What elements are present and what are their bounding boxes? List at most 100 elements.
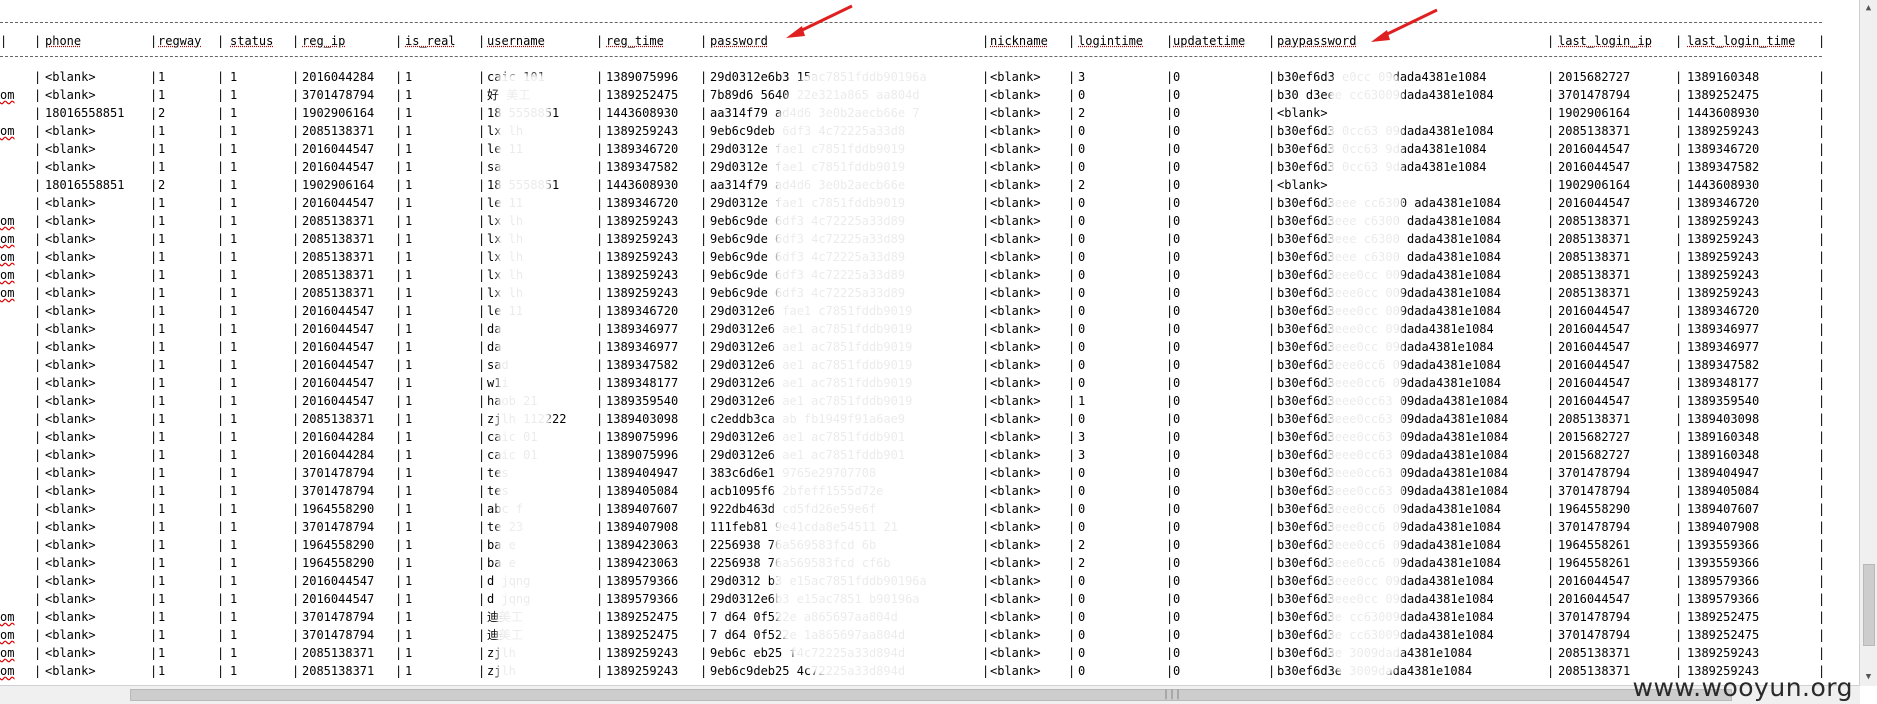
column-separator: | [1818, 106, 1826, 120]
column-separator: | [596, 250, 604, 264]
cell-is-real: 1 [405, 160, 413, 174]
cell-last-login-ip: 2016044547 [1558, 196, 1631, 210]
header-status: status [230, 34, 274, 48]
column-separator: | [1068, 412, 1076, 426]
cell-is-real: 1 [405, 448, 413, 462]
cell-last-login-ip: 1964558261 [1558, 556, 1631, 570]
column-separator: | [150, 196, 158, 210]
cell-phone: <blank> [45, 430, 96, 444]
cell-logintime: 0 [1078, 214, 1086, 228]
cell-status: 1 [230, 142, 238, 156]
cell-nickname: <blank> [990, 484, 1041, 498]
column-separator: | [1166, 250, 1174, 264]
column-separator: | [1547, 268, 1555, 282]
column-separator: | [596, 322, 604, 336]
cell-reg-time: 1389359540 [606, 394, 679, 408]
horizontal-scrollbar[interactable]: ||| [0, 685, 1860, 704]
column-separator: | [596, 268, 604, 282]
column-separator: | [395, 664, 403, 678]
cell-phone: <blank> [45, 394, 96, 408]
column-separator: | [478, 142, 486, 156]
header-updatetime: updatetime [1173, 34, 1246, 48]
cell-regway: 1 [158, 556, 166, 570]
column-separator: | [1547, 610, 1555, 624]
cell-reg-time: 1389346720 [606, 196, 679, 210]
vertical-scroll-thumb[interactable] [1863, 564, 1875, 646]
column-separator: | [1268, 124, 1276, 138]
cell-updatetime: 0 [1173, 646, 1181, 660]
column-separator: | [34, 430, 42, 444]
scroll-up-arrow-icon[interactable]: ▲ [1860, 0, 1877, 17]
column-separator: | [596, 340, 604, 354]
column-separator: | [1068, 376, 1076, 390]
cell-regway: 1 [158, 664, 166, 678]
column-separator: | [700, 628, 708, 642]
header-last-login-ip: last_login_ip [1558, 34, 1652, 48]
scroll-down-arrow-icon[interactable]: ▼ [1860, 669, 1877, 686]
column-separator: | [1818, 340, 1826, 354]
column-separator: | [395, 106, 403, 120]
column-separator: | [217, 358, 225, 372]
column-separator: | [1068, 448, 1076, 462]
column-separator: | [395, 124, 403, 138]
column-separator: | [478, 484, 486, 498]
column-separator: | [596, 124, 604, 138]
cell-status: 1 [230, 196, 238, 210]
column-separator: | [1547, 412, 1555, 426]
column-separator: | [596, 394, 604, 408]
column-separator: | [150, 520, 158, 534]
column-separator: | [478, 106, 486, 120]
column-separator: | [1818, 34, 1826, 48]
cell-last-login-time: 1389348177 [1687, 376, 1760, 390]
cell-logintime: 0 [1078, 196, 1086, 210]
column-separator: | [1547, 250, 1555, 264]
column-separator: | [1547, 358, 1555, 372]
column-separator: | [982, 70, 990, 84]
column-separator: | [292, 538, 300, 552]
column-separator: | [1818, 628, 1826, 642]
column-separator: | [217, 286, 225, 300]
column-separator: | [982, 358, 990, 372]
column-separator: | [150, 430, 158, 444]
column-separator: | [700, 412, 708, 426]
column-separator: | [596, 466, 604, 480]
cell-last-login-ip: 2085138371 [1558, 412, 1631, 426]
cell-updatetime: 0 [1173, 394, 1181, 408]
column-separator: | [1166, 574, 1174, 588]
column-separator: | [1068, 214, 1076, 228]
column-separator: | [217, 394, 225, 408]
cell-logintime: 0 [1078, 358, 1086, 372]
column-separator: | [982, 160, 990, 174]
cell-is-real: 1 [405, 484, 413, 498]
column-separator: | [596, 574, 604, 588]
column-separator: | [395, 178, 403, 192]
vertical-scrollbar[interactable]: ▲ ▼ [1859, 0, 1877, 686]
cell-reg-ip: 2085138371 [302, 214, 375, 228]
cell-phone: <blank> [45, 70, 96, 84]
cell-last-login-time: 1389259243 [1687, 286, 1760, 300]
annotation-arrow-password [786, 4, 853, 38]
column-separator: | [700, 34, 708, 48]
cell-last-login-ip: 2016044547 [1558, 358, 1631, 372]
column-separator: | [478, 628, 486, 642]
column-separator: | [1675, 412, 1683, 426]
horizontal-scroll-thumb[interactable] [130, 689, 1732, 701]
cell-nickname: <blank> [990, 412, 1041, 426]
cell-nickname: <blank> [990, 574, 1041, 588]
column-separator: | [1547, 286, 1555, 300]
cell-nickname: <blank> [990, 592, 1041, 606]
cell-regway: 1 [158, 232, 166, 246]
cell-reg-ip: 1964558290 [302, 538, 375, 552]
column-separator: | [700, 196, 708, 210]
header-nickname: nickname [990, 34, 1048, 48]
column-separator: | [596, 412, 604, 426]
column-separator: | [34, 610, 42, 624]
cell-logintime: 2 [1078, 106, 1086, 120]
column-separator: | [217, 214, 225, 228]
column-separator: | [217, 520, 225, 534]
cell-nickname: <blank> [990, 520, 1041, 534]
cell-nickname: <blank> [990, 124, 1041, 138]
column-separator: | [34, 664, 42, 678]
cell-logintime: 0 [1078, 250, 1086, 264]
cell-logintime: 1 [1078, 394, 1086, 408]
